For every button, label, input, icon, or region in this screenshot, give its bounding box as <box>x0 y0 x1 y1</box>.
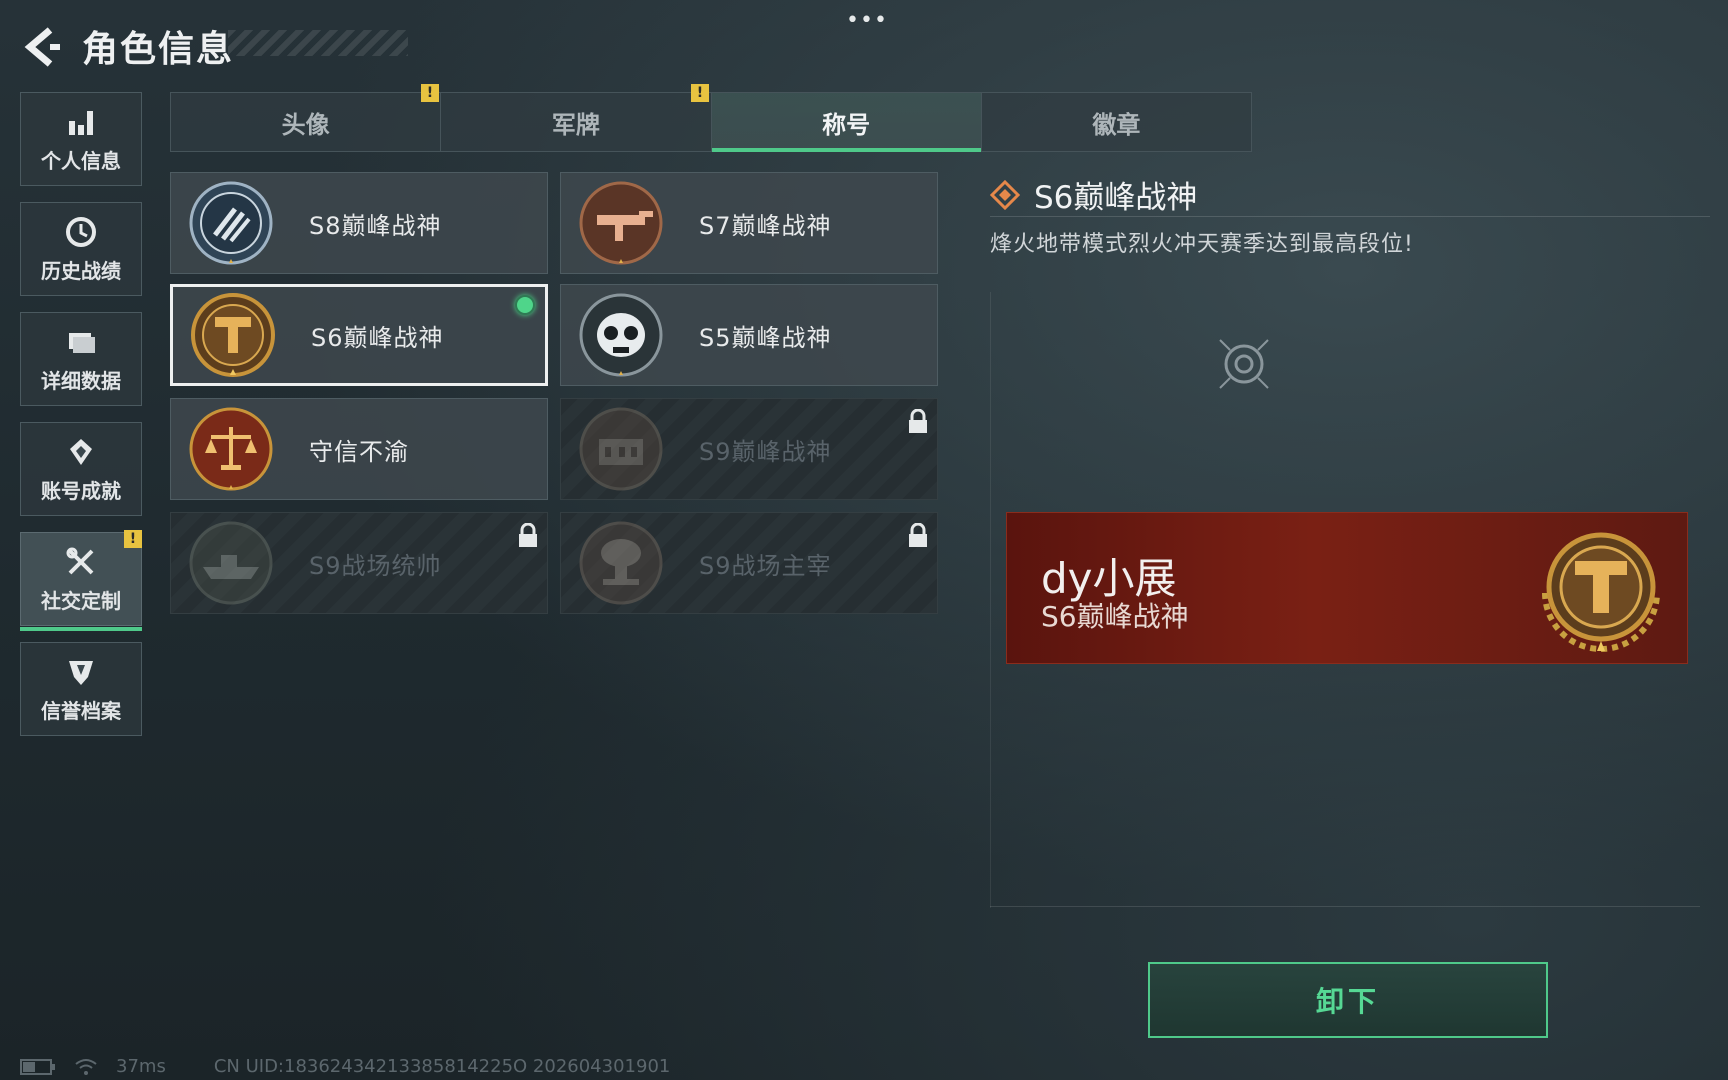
nav-label: 历史战绩 <box>41 258 121 283</box>
shield-icon <box>69 660 93 685</box>
nav-label: 详细数据 <box>41 368 121 393</box>
target-icon <box>1219 339 1269 389</box>
unequip-button[interactable]: 卸下 <box>1148 962 1548 1038</box>
clock-icon <box>66 216 96 247</box>
diamond-icon <box>990 179 1020 210</box>
page-title: 角色信息 <box>82 29 235 70</box>
title-card[interactable]: S5巅峰战神 <box>560 284 938 386</box>
tab-label: 称号 <box>822 110 871 139</box>
detail-title: S6巅峰战神 <box>990 172 1197 217</box>
tab-label: 军牌 <box>551 110 600 139</box>
nav-item-achievements[interactable]: 账号成就 <box>20 422 142 516</box>
title-preview-banner: dy小展 S6巅峰战神 <box>1006 512 1688 664</box>
battleship-emblem <box>189 521 273 605</box>
warning-badge: ! <box>421 84 439 102</box>
skull-mask-emblem <box>579 293 663 377</box>
divider <box>990 906 1700 907</box>
status-bar: 37ms CN UID:18362434213385814225O 202604… <box>20 1056 670 1077</box>
tab-label: 徽章 <box>1092 110 1141 139</box>
title-card-name: S9巅峰战神 <box>699 437 832 466</box>
tab-title[interactable]: 称号 <box>711 93 982 152</box>
divider <box>990 216 1710 217</box>
banner-title: S6巅峰战神 <box>1041 600 1189 633</box>
warning-badge: ! <box>691 84 709 102</box>
nav-label: 社交定制 <box>41 588 121 613</box>
scales-emblem <box>189 407 273 491</box>
title-card-name: S8巅峰战神 <box>309 211 442 240</box>
title-card-name: S9战场主宰 <box>699 551 832 580</box>
nav-label: 信誉档案 <box>41 698 121 723</box>
striped-shield-emblem <box>189 181 273 265</box>
title-card[interactable]: S7巅峰战神 <box>560 172 938 274</box>
title-decoration <box>228 30 408 56</box>
mushroom-cloud-emblem <box>579 521 663 605</box>
title-card[interactable]: 守信不渝 <box>170 398 548 500</box>
equipped-indicator <box>515 295 535 315</box>
nav-label: 账号成就 <box>41 478 121 503</box>
title-card[interactable]: S8巅峰战神 <box>170 172 548 274</box>
detail-description: 烽火地带模式烈火冲天赛季达到最高段位! <box>990 232 1414 257</box>
fortress-emblem <box>579 407 663 491</box>
uid-text: CN UID:18362434213385814225O 20260430190… <box>213 1056 671 1077</box>
title-card-name: S9战场统帅 <box>309 551 442 580</box>
tab-dogtag[interactable]: 军牌 <box>441 93 712 151</box>
t-hammer-emblem <box>191 293 275 377</box>
tab-badge[interactable]: 徽章 <box>982 93 1251 151</box>
battery-icon <box>20 1058 55 1075</box>
nav-item-detailed-data[interactable]: 详细数据 <box>20 312 142 406</box>
nav-item-reputation[interactable]: 信誉档案 <box>20 642 142 736</box>
wifi-icon <box>75 1058 97 1075</box>
nav-item-personal-info[interactable]: 个人信息 <box>20 92 142 186</box>
tools-icon <box>66 547 94 574</box>
lock-icon <box>909 523 927 547</box>
nav-item-history[interactable]: 历史战绩 <box>20 202 142 296</box>
title-card-locked[interactable]: S9巅峰战神 <box>560 398 938 500</box>
lock-icon <box>519 523 537 547</box>
title-card-selected[interactable]: S6巅峰战神 <box>170 284 548 386</box>
t-hammer-emblem <box>1542 532 1660 652</box>
tab-label: 头像 <box>281 110 330 139</box>
title-card-name: S5巅峰战神 <box>699 323 832 352</box>
ping-readout: 37ms <box>116 1056 166 1077</box>
nav-label: 个人信息 <box>41 148 121 173</box>
warning-badge: ! <box>124 530 142 548</box>
title-card-name: S6巅峰战神 <box>311 323 444 352</box>
lock-icon <box>909 409 927 433</box>
back-arrow-icon[interactable] <box>20 24 66 70</box>
menu-dots-icon[interactable]: ••• <box>846 8 888 33</box>
title-card-locked[interactable]: S9战场主宰 <box>560 512 938 614</box>
detail-title-text: S6巅峰战神 <box>1034 180 1198 216</box>
medal-icon <box>70 438 92 465</box>
tab-bar: 头像 军牌 称号 徽章 <box>170 92 1252 152</box>
title-card-locked[interactable]: S9战场统帅 <box>170 512 548 614</box>
title-card-name: S7巅峰战神 <box>699 211 832 240</box>
bar-chart-icon <box>69 110 93 135</box>
rifle-emblem <box>579 181 663 265</box>
folder-icon <box>69 332 95 353</box>
tab-avatar[interactable]: 头像 <box>171 93 442 151</box>
title-card-name: 守信不渝 <box>309 437 409 466</box>
